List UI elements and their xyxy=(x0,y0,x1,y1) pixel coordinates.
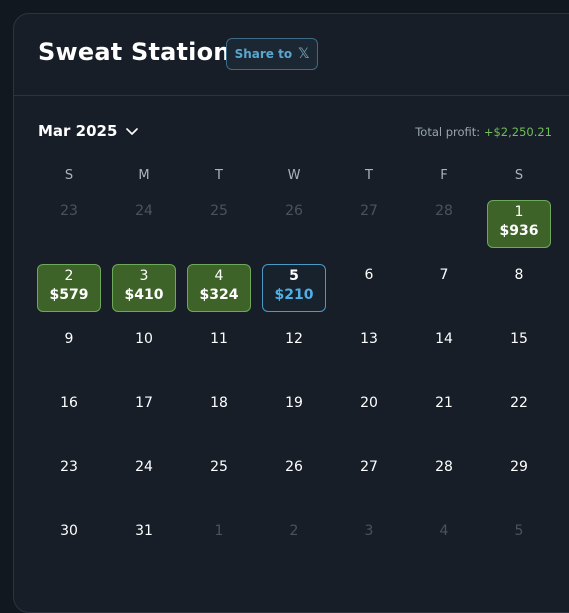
calendar-day[interactable]: 11 xyxy=(187,328,251,376)
day-profit-value: $579 xyxy=(49,287,89,303)
day-number: 19 xyxy=(285,395,303,411)
calendar-day[interactable]: 30 xyxy=(37,520,101,568)
day-number: 26 xyxy=(285,459,303,475)
calendar-grid: S M T W T F S 23 24 25 26 27 28 1 $936 2 $579 3 $410 4 $324 5… xyxy=(14,14,569,612)
day-number: 30 xyxy=(60,523,78,539)
calendar-day[interactable]: 25 xyxy=(187,456,251,504)
day-number: 11 xyxy=(210,331,228,347)
calendar-day[interactable]: 19 xyxy=(262,392,326,440)
day-number: 13 xyxy=(360,331,378,347)
calendar-day[interactable]: 31 xyxy=(112,520,176,568)
day-number: 25 xyxy=(210,203,228,219)
day-number: 3 xyxy=(139,268,149,284)
calendar-day[interactable]: 14 xyxy=(412,328,476,376)
calendar-day[interactable]: 27 xyxy=(337,456,401,504)
calendar-day[interactable]: 2 xyxy=(262,520,326,568)
calendar-day[interactable]: 18 xyxy=(187,392,251,440)
day-number: 24 xyxy=(135,203,153,219)
day-number: 2 xyxy=(64,268,74,284)
calendar-day[interactable]: 10 xyxy=(112,328,176,376)
weekday-header: F xyxy=(440,168,448,183)
day-number: 8 xyxy=(514,267,524,283)
calendar-day[interactable]: 12 xyxy=(262,328,326,376)
calendar-day[interactable]: 29 xyxy=(487,456,551,504)
day-number: 4 xyxy=(214,268,224,284)
calendar-day[interactable]: 24 xyxy=(112,200,176,248)
day-number: 5 xyxy=(289,268,299,284)
weekday-header: W xyxy=(287,168,301,183)
day-number: 1 xyxy=(214,523,224,539)
day-number: 5 xyxy=(514,523,524,539)
calendar-day[interactable]: 7 xyxy=(412,264,476,312)
day-number: 3 xyxy=(364,523,374,539)
day-number: 28 xyxy=(435,459,453,475)
calendar-day[interactable]: 9 xyxy=(37,328,101,376)
day-number: 14 xyxy=(435,331,453,347)
day-profit-value: $210 xyxy=(274,287,314,303)
weekday-header: S xyxy=(64,168,74,183)
calendar-day[interactable]: 16 xyxy=(37,392,101,440)
day-number: 18 xyxy=(210,395,228,411)
day-number: 4 xyxy=(439,523,449,539)
calendar-day[interactable]: 6 xyxy=(337,264,401,312)
calendar-day[interactable]: 1 xyxy=(187,520,251,568)
calendar-day[interactable]: 22 xyxy=(487,392,551,440)
day-number: 20 xyxy=(360,395,378,411)
day-number: 21 xyxy=(435,395,453,411)
weekday-header: M xyxy=(138,168,150,183)
calendar-day[interactable]: 15 xyxy=(487,328,551,376)
day-number: 6 xyxy=(364,267,374,283)
calendar-day[interactable]: 27 xyxy=(337,200,401,248)
day-profit-value: $324 xyxy=(199,287,239,303)
calendar-day[interactable]: 26 xyxy=(262,456,326,504)
day-number: 15 xyxy=(510,331,528,347)
day-number: 27 xyxy=(360,203,378,219)
calendar-day[interactable]: 20 xyxy=(337,392,401,440)
calendar-day[interactable]: 4 xyxy=(412,520,476,568)
day-number: 7 xyxy=(439,267,449,283)
calendar-day[interactable]: 25 xyxy=(187,200,251,248)
calendar-day[interactable]: 13 xyxy=(337,328,401,376)
calendar-day[interactable]: 3 xyxy=(337,520,401,568)
calendar-day[interactable]: 23 xyxy=(37,200,101,248)
calendar-day[interactable]: 23 xyxy=(37,456,101,504)
calendar-day[interactable]: 4 $324 xyxy=(187,264,251,312)
weekday-header: T xyxy=(365,168,373,183)
day-number: 29 xyxy=(510,459,528,475)
weekday-header: S xyxy=(514,168,524,183)
calendar-day[interactable]: 1 $936 xyxy=(487,200,551,248)
day-number: 16 xyxy=(60,395,78,411)
day-number: 28 xyxy=(435,203,453,219)
calendar-day[interactable]: 24 xyxy=(112,456,176,504)
day-number: 27 xyxy=(360,459,378,475)
calendar-panel: Sweat Station Share to 𝕏 Mar 2025 Total … xyxy=(13,13,569,613)
calendar-day-today[interactable]: 5 $210 xyxy=(262,264,326,312)
calendar-day[interactable]: 17 xyxy=(112,392,176,440)
day-number: 22 xyxy=(510,395,528,411)
day-number: 31 xyxy=(135,523,153,539)
calendar-day[interactable]: 5 xyxy=(487,520,551,568)
day-number: 17 xyxy=(135,395,153,411)
calendar-day[interactable]: 3 $410 xyxy=(112,264,176,312)
day-number: 23 xyxy=(60,459,78,475)
calendar-day[interactable]: 28 xyxy=(412,200,476,248)
day-number: 12 xyxy=(285,331,303,347)
day-number: 24 xyxy=(135,459,153,475)
day-profit-value: $410 xyxy=(124,287,164,303)
day-number: 25 xyxy=(210,459,228,475)
day-number: 10 xyxy=(135,331,153,347)
day-number: 1 xyxy=(514,204,524,220)
day-number: 9 xyxy=(64,331,74,347)
calendar-day[interactable]: 2 $579 xyxy=(37,264,101,312)
day-profit-value: $936 xyxy=(499,223,539,239)
day-number: 2 xyxy=(289,523,299,539)
calendar-day[interactable]: 28 xyxy=(412,456,476,504)
day-number: 26 xyxy=(285,203,303,219)
day-number: 23 xyxy=(60,203,78,219)
calendar-day[interactable]: 26 xyxy=(262,200,326,248)
calendar-day[interactable]: 21 xyxy=(412,392,476,440)
weekday-header: T xyxy=(215,168,223,183)
calendar-day[interactable]: 8 xyxy=(487,264,551,312)
